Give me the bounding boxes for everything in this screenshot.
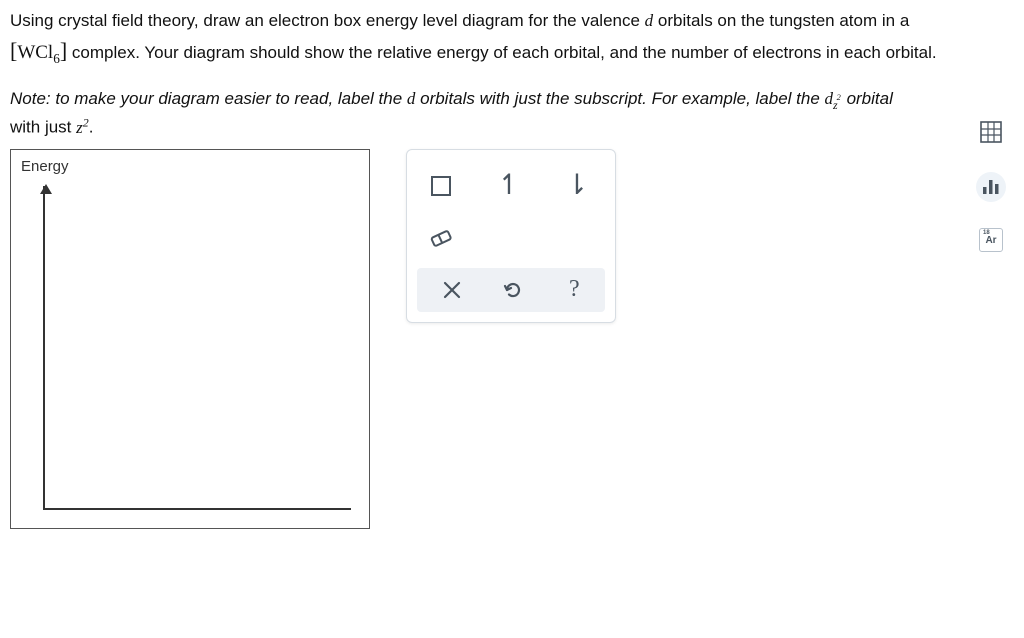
q-line1a: Using crystal field theory, draw an elec… bbox=[10, 11, 645, 30]
question-text: Using crystal field theory, draw an elec… bbox=[10, 8, 1014, 68]
x-axis bbox=[43, 508, 351, 510]
up-arrow-icon: ↿ bbox=[497, 172, 520, 200]
clear-button[interactable] bbox=[432, 270, 472, 310]
down-arrow-icon: ⇂ bbox=[565, 172, 588, 200]
drawing-canvas[interactable]: Energy bbox=[10, 149, 370, 529]
explanation-table-button[interactable] bbox=[977, 118, 1005, 146]
note-body2: orbitals with just the subscript. For ex… bbox=[415, 89, 824, 108]
q-line2: complex. Your diagram should show the re… bbox=[67, 43, 936, 62]
energy-axis-label: Energy bbox=[21, 158, 359, 175]
periodic-symbol: Ar bbox=[985, 235, 996, 246]
y-axis bbox=[43, 186, 45, 510]
note-body3: orbital bbox=[842, 89, 893, 108]
up-spin-arrow-button[interactable]: ↿ bbox=[489, 166, 529, 206]
eraser-button[interactable] bbox=[421, 218, 461, 258]
note-line3a: with just bbox=[10, 118, 76, 137]
note-body1: to make your diagram easier to read, lab… bbox=[51, 89, 407, 108]
complex-formula: WCl6 bbox=[17, 42, 60, 63]
periodic-table-button[interactable]: 18 Ar bbox=[979, 228, 1003, 252]
q-line1b: orbitals on the tungsten atom in a bbox=[653, 11, 909, 30]
q-d-letter: d bbox=[645, 11, 654, 30]
undo-button[interactable] bbox=[493, 270, 533, 310]
note-z2: z2 bbox=[76, 118, 89, 137]
y-axis-arrow bbox=[40, 184, 52, 194]
side-icon-column: 18 Ar bbox=[976, 118, 1006, 252]
box-tool-button[interactable] bbox=[421, 166, 461, 206]
down-spin-arrow-button[interactable]: ⇂ bbox=[557, 166, 597, 206]
axes bbox=[43, 186, 351, 510]
tool-palette: ↿ ⇂ bbox=[406, 149, 616, 323]
note-text: Note: to make your diagram easier to rea… bbox=[10, 86, 1014, 140]
note-line3b: . bbox=[89, 118, 94, 137]
chart-button[interactable] bbox=[976, 172, 1006, 202]
note-prefix: Note: bbox=[10, 89, 51, 108]
help-icon: ? bbox=[569, 276, 580, 303]
help-button[interactable]: ? bbox=[554, 270, 594, 310]
note-dsub: dz2 bbox=[825, 89, 842, 108]
